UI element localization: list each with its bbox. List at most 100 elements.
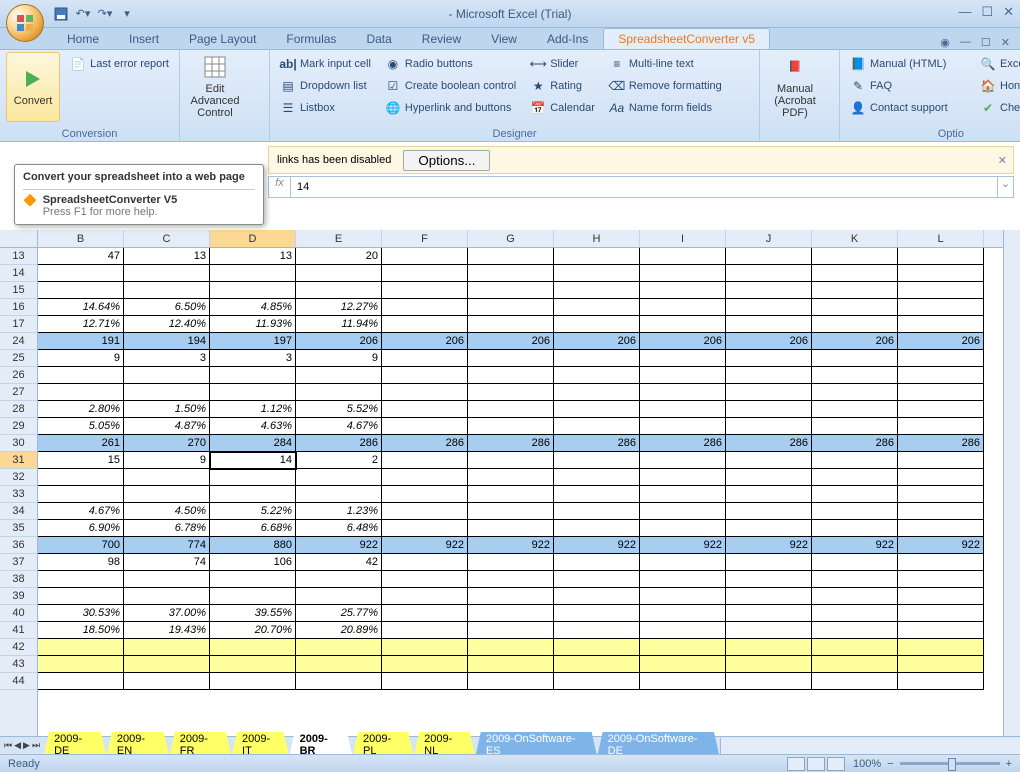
cell[interactable] [640, 452, 726, 469]
minimize-button[interactable]: — [958, 4, 971, 20]
cell[interactable] [898, 503, 984, 520]
row-header[interactable]: 15 [0, 282, 37, 299]
cell[interactable]: 197 [210, 333, 296, 350]
cell[interactable] [38, 571, 124, 588]
col-header-K[interactable]: K [812, 230, 898, 247]
rating-button[interactable]: ★Rating [526, 76, 599, 96]
calendar-button[interactable]: 📅Calendar [526, 98, 599, 118]
cell[interactable] [554, 401, 640, 418]
cell[interactable] [812, 639, 898, 656]
cell[interactable]: 4.87% [124, 418, 210, 435]
cell[interactable] [296, 282, 382, 299]
cell[interactable] [554, 520, 640, 537]
cell[interactable] [382, 605, 468, 622]
cell[interactable]: 4.67% [296, 418, 382, 435]
cell[interactable] [812, 469, 898, 486]
cell[interactable]: 98 [38, 554, 124, 571]
cell[interactable] [468, 469, 554, 486]
cell[interactable]: 5.52% [296, 401, 382, 418]
cell[interactable] [296, 486, 382, 503]
cell[interactable] [554, 248, 640, 265]
cell[interactable] [210, 265, 296, 282]
cell[interactable] [640, 622, 726, 639]
cell[interactable] [468, 503, 554, 520]
cell[interactable] [210, 588, 296, 605]
slider-button[interactable]: ⟷Slider [526, 54, 599, 74]
cell[interactable] [296, 588, 382, 605]
cell[interactable]: 6.90% [38, 520, 124, 537]
cell[interactable] [468, 350, 554, 367]
cell[interactable] [210, 673, 296, 690]
cell[interactable] [726, 588, 812, 605]
cell[interactable] [382, 588, 468, 605]
cell[interactable]: 42 [296, 554, 382, 571]
cell[interactable] [812, 588, 898, 605]
expand-formula-button[interactable]: ⌄ [997, 177, 1013, 197]
qat-more-icon[interactable]: ▾ [118, 5, 136, 23]
save-icon[interactable] [52, 5, 70, 23]
cell[interactable] [812, 299, 898, 316]
cell[interactable]: 12.71% [38, 316, 124, 333]
cell[interactable] [726, 384, 812, 401]
cell[interactable] [38, 673, 124, 690]
row-header[interactable]: 36 [0, 537, 37, 554]
cell[interactable] [382, 673, 468, 690]
cell[interactable] [38, 639, 124, 656]
zoom-level[interactable]: 100% [853, 758, 881, 770]
cell[interactable]: 30.53% [38, 605, 124, 622]
manual-pdf-button[interactable]: 📕 Manual (Acrobat PDF) [766, 52, 824, 122]
cell[interactable] [898, 418, 984, 435]
cell[interactable] [38, 367, 124, 384]
cell[interactable]: 19.43% [124, 622, 210, 639]
cell[interactable]: 922 [554, 537, 640, 554]
cell[interactable] [640, 367, 726, 384]
cell[interactable] [812, 554, 898, 571]
cell[interactable] [554, 316, 640, 333]
vertical-scrollbar[interactable] [1003, 230, 1020, 736]
cell[interactable]: 25.77% [296, 605, 382, 622]
cell[interactable]: 11.94% [296, 316, 382, 333]
cell[interactable] [640, 503, 726, 520]
cell[interactable]: 6.50% [124, 299, 210, 316]
row-header[interactable]: 26 [0, 367, 37, 384]
col-header-G[interactable]: G [468, 230, 554, 247]
cell[interactable] [468, 588, 554, 605]
cell[interactable] [554, 452, 640, 469]
cell[interactable]: 3 [210, 350, 296, 367]
cell[interactable] [898, 673, 984, 690]
ribbon-tab-page-layout[interactable]: Page Layout [174, 28, 271, 49]
cell[interactable] [296, 571, 382, 588]
cell[interactable] [726, 282, 812, 299]
row-header[interactable]: 14 [0, 265, 37, 282]
cell[interactable] [210, 282, 296, 299]
cell[interactable] [554, 656, 640, 673]
zoom-slider[interactable] [900, 762, 1000, 765]
cell[interactable] [554, 588, 640, 605]
cell[interactable] [296, 656, 382, 673]
cell[interactable] [382, 656, 468, 673]
cell[interactable] [898, 401, 984, 418]
cell[interactable]: 12.40% [124, 316, 210, 333]
row-header[interactable]: 33 [0, 486, 37, 503]
cell[interactable] [726, 673, 812, 690]
cell[interactable] [898, 554, 984, 571]
cell[interactable] [726, 571, 812, 588]
cell[interactable] [468, 384, 554, 401]
cell[interactable] [38, 588, 124, 605]
cell[interactable] [898, 469, 984, 486]
contact-button[interactable]: 👤Contact support [846, 98, 952, 118]
nameform-button[interactable]: AaName form fields [605, 98, 726, 118]
cell[interactable] [382, 401, 468, 418]
row-header[interactable]: 13 [0, 248, 37, 265]
options-button[interactable]: Options... [403, 150, 490, 171]
cell[interactable] [812, 282, 898, 299]
cell[interactable] [468, 656, 554, 673]
cell[interactable] [468, 265, 554, 282]
zoom-out-button[interactable]: − [887, 758, 893, 770]
row-header[interactable]: 43 [0, 656, 37, 673]
cell[interactable] [296, 265, 382, 282]
cell[interactable]: 206 [382, 333, 468, 350]
office-button[interactable] [6, 4, 44, 42]
fx-button[interactable]: fx [269, 177, 291, 197]
edit-advanced-button[interactable]: Edit Advanced Control [186, 52, 244, 122]
